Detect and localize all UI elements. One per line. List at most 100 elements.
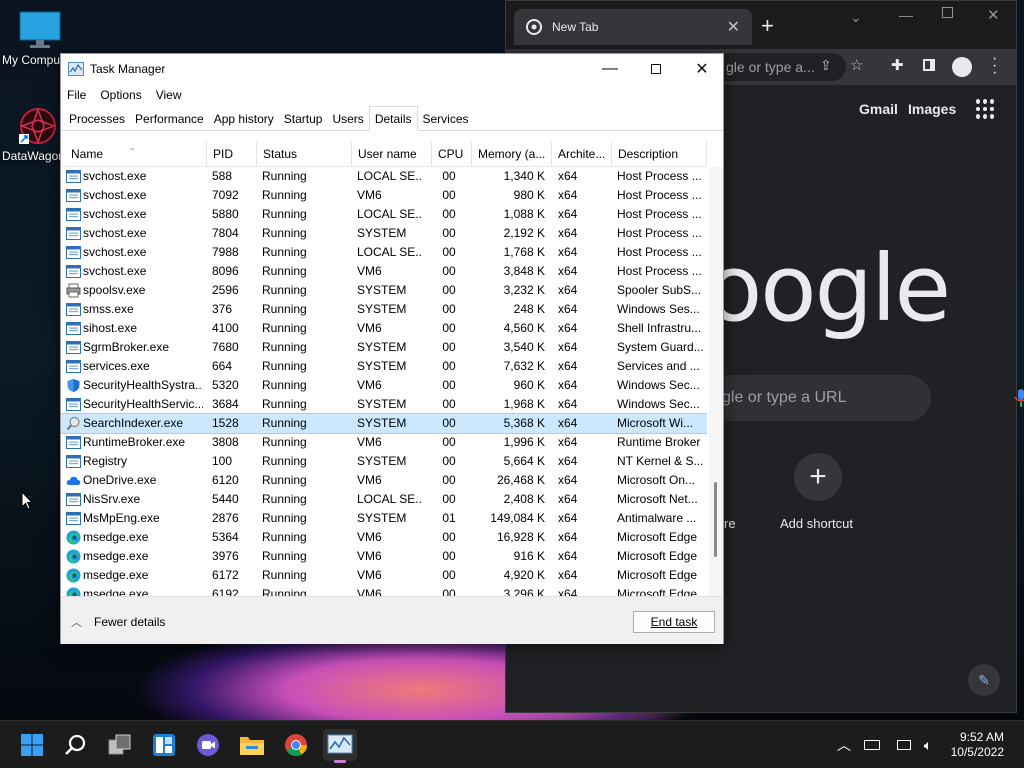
user-name-cell: SYSTEM: [357, 416, 407, 430]
table-row[interactable]: services.exe 664 Running SYSTEM 00 7,632 K x64…: [61, 357, 707, 376]
minimize-icon[interactable]: —: [899, 7, 913, 23]
status-cell: Running: [262, 492, 307, 506]
chrome-menu-kebab-icon[interactable]: · · ·: [992, 51, 997, 81]
table-row[interactable]: SecurityHealthServic... 3684 Running SYSTEM…: [61, 395, 707, 414]
table-row[interactable]: msedge.exe 6172 Running VM6 00 4,920 K x64 Micr…: [61, 566, 707, 585]
end-task-button[interactable]: End task: [633, 611, 715, 633]
user-name-cell: SYSTEM: [357, 397, 407, 411]
table-row[interactable]: svchost.exe 7804 Running SYSTEM 00 2,192 K x64…: [61, 224, 707, 243]
tab-processes[interactable]: Processes: [64, 107, 130, 130]
description-cell: Host Process ...: [617, 169, 702, 183]
task-manager-taskbar-button[interactable]: [323, 729, 357, 763]
new-tab-plus-icon[interactable]: +: [761, 13, 774, 39]
table-row[interactable]: OneDrive.exe 6120 Running VM6 00 26,468 K x64 M…: [61, 471, 707, 490]
maximize-button[interactable]: [633, 54, 679, 84]
tab-startup[interactable]: Startup: [279, 107, 328, 130]
tab-search-chevron-icon[interactable]: ⌄: [850, 9, 862, 26]
memory-cell: 26,468 K: [496, 473, 545, 487]
close-button[interactable]: ✕: [679, 54, 725, 84]
menu-file[interactable]: File: [67, 88, 86, 102]
fewer-details-button[interactable]: ︿ Fewer details: [71, 614, 165, 630]
process-window-icon: [66, 207, 81, 222]
close-tab-icon[interactable]: ✕: [727, 17, 740, 37]
column-header-label: User name: [358, 147, 417, 161]
architecture-cell: x64: [558, 587, 578, 596]
table-row[interactable]: svchost.exe 588 Running LOCAL SE... 00 1,340 …: [61, 167, 707, 186]
cpu-cell: 00: [442, 454, 456, 468]
table-row[interactable]: svchost.exe 7092 Running VM6 00 980 K x64 Host …: [61, 186, 707, 205]
table-row[interactable]: MsMpEng.exe 2876 Running SYSTEM 01 149,084 K x…: [61, 509, 707, 528]
menu-options[interactable]: Options: [100, 88, 141, 102]
tab-users[interactable]: Users: [327, 107, 368, 130]
images-link[interactable]: Images: [908, 101, 956, 117]
title-bar: Task Manager — ✕: [61, 54, 723, 84]
status-cell: Running: [262, 568, 307, 582]
network-icon[interactable]: [892, 729, 916, 761]
add-shortcut-button[interactable]: +: [794, 453, 842, 501]
maximize-icon[interactable]: [942, 7, 953, 18]
bookmark-star-icon[interactable]: ☆: [850, 56, 863, 74]
table-row[interactable]: svchost.exe 5880 Running LOCAL SE... 00 1,088…: [61, 205, 707, 224]
table-row[interactable]: smss.exe 376 Running SYSTEM 00 248 K x64 Window…: [61, 300, 707, 319]
table-row[interactable]: SgrmBroker.exe 7680 Running SYSTEM 00 3,540 K…: [61, 338, 707, 357]
process-name-cell: sihost.exe: [83, 321, 138, 335]
keyboard-icon[interactable]: [860, 729, 884, 761]
volume-icon[interactable]: 🔈︎: [916, 729, 940, 761]
architecture-cell: x64: [558, 245, 578, 259]
extensions-puzzle-icon[interactable]: ✚: [891, 56, 904, 74]
table-row[interactable]: msedge.exe 6192 Running VM6 00 3,296 K x64 Micr…: [61, 585, 707, 596]
table-row[interactable]: Registry 100 Running SYSTEM 00 5,664 K x64 NT K…: [61, 452, 707, 471]
profile-avatar-icon[interactable]: [952, 57, 972, 77]
status-cell: Running: [262, 264, 307, 278]
tab-services[interactable]: Services: [418, 107, 474, 130]
vertical-scrollbar[interactable]: [709, 167, 723, 596]
chrome-taskbar-button[interactable]: [279, 729, 313, 761]
column-header-memory[interactable]: Memory (a...: [472, 141, 552, 167]
table-row[interactable]: RuntimeBroker.exe 3808 Running VM6 00 1,996 K…: [61, 433, 707, 452]
chrome-tab-new-tab[interactable]: New Tab ✕: [514, 9, 752, 45]
column-header-pid[interactable]: PID: [207, 141, 257, 167]
scrollbar-thumb[interactable]: [714, 482, 717, 557]
architecture-cell: x64: [558, 568, 578, 582]
task-view-button[interactable]: [103, 729, 137, 761]
search-button[interactable]: [59, 729, 93, 761]
close-window-icon[interactable]: ✕: [987, 6, 1000, 24]
microphone-icon[interactable]: [1014, 388, 1024, 408]
side-panel-icon[interactable]: [923, 59, 935, 71]
table-row[interactable]: NisSrv.exe 5440 Running LOCAL SE... 00 2,408 …: [61, 490, 707, 509]
table-row[interactable]: SecurityHealthSystra... 5320 Running VM6 00 9…: [61, 376, 707, 395]
column-header-cpu[interactable]: CPU: [432, 141, 472, 167]
table-row[interactable]: svchost.exe 7988 Running LOCAL SE... 00 1,768…: [61, 243, 707, 262]
customize-pencil-icon[interactable]: ✎: [968, 664, 1000, 696]
share-icon[interactable]: ⇪: [820, 57, 832, 74]
start-button[interactable]: [15, 729, 49, 761]
apps-grid-icon[interactable]: [976, 99, 996, 119]
menu-view[interactable]: View: [156, 88, 182, 102]
system-clock[interactable]: 9:52 AM 10/5/2022: [951, 730, 1004, 760]
window-title: Task Manager: [90, 62, 166, 76]
tab-app-history[interactable]: App history: [209, 107, 279, 130]
task-view-icon: [108, 734, 131, 755]
table-row[interactable]: spoolsv.exe 2596 Running SYSTEM 00 3,232 K x64…: [61, 281, 707, 300]
cpu-cell: 00: [442, 226, 456, 240]
column-header-description[interactable]: Description: [612, 141, 707, 167]
column-header-name[interactable]: ⌄ Name: [61, 141, 207, 167]
column-header-user-name[interactable]: User name: [352, 141, 432, 167]
column-header-status[interactable]: Status: [257, 141, 352, 167]
show-hidden-icons-chevron-icon[interactable]: ︿: [832, 729, 856, 761]
tab-details[interactable]: Details: [368, 106, 418, 131]
cpu-cell: 00: [442, 378, 456, 392]
tab-performance[interactable]: Performance: [130, 107, 209, 130]
gmail-link[interactable]: Gmail: [859, 101, 898, 117]
table-row[interactable]: msedge.exe 5364 Running VM6 00 16,928 K x64 Mic…: [61, 528, 707, 547]
column-header-architecture[interactable]: Archite...: [552, 141, 612, 167]
file-explorer-button[interactable]: [235, 729, 269, 761]
teams-chat-button[interactable]: [191, 729, 225, 761]
printer-icon: [66, 283, 81, 298]
table-row[interactable]: svchost.exe 8096 Running VM6 00 3,848 K x64 Hos…: [61, 262, 707, 281]
table-row[interactable]: msedge.exe 3976 Running VM6 00 916 K x64 Micros…: [61, 547, 707, 566]
table-row[interactable]: sihost.exe 4100 Running VM6 00 4,560 K x64 Shel…: [61, 319, 707, 338]
table-row[interactable]: SearchIndexer.exe 1528 Running SYSTEM 00 5,36…: [61, 413, 707, 434]
minimize-button[interactable]: —: [587, 54, 633, 84]
widgets-button[interactable]: [147, 729, 181, 761]
